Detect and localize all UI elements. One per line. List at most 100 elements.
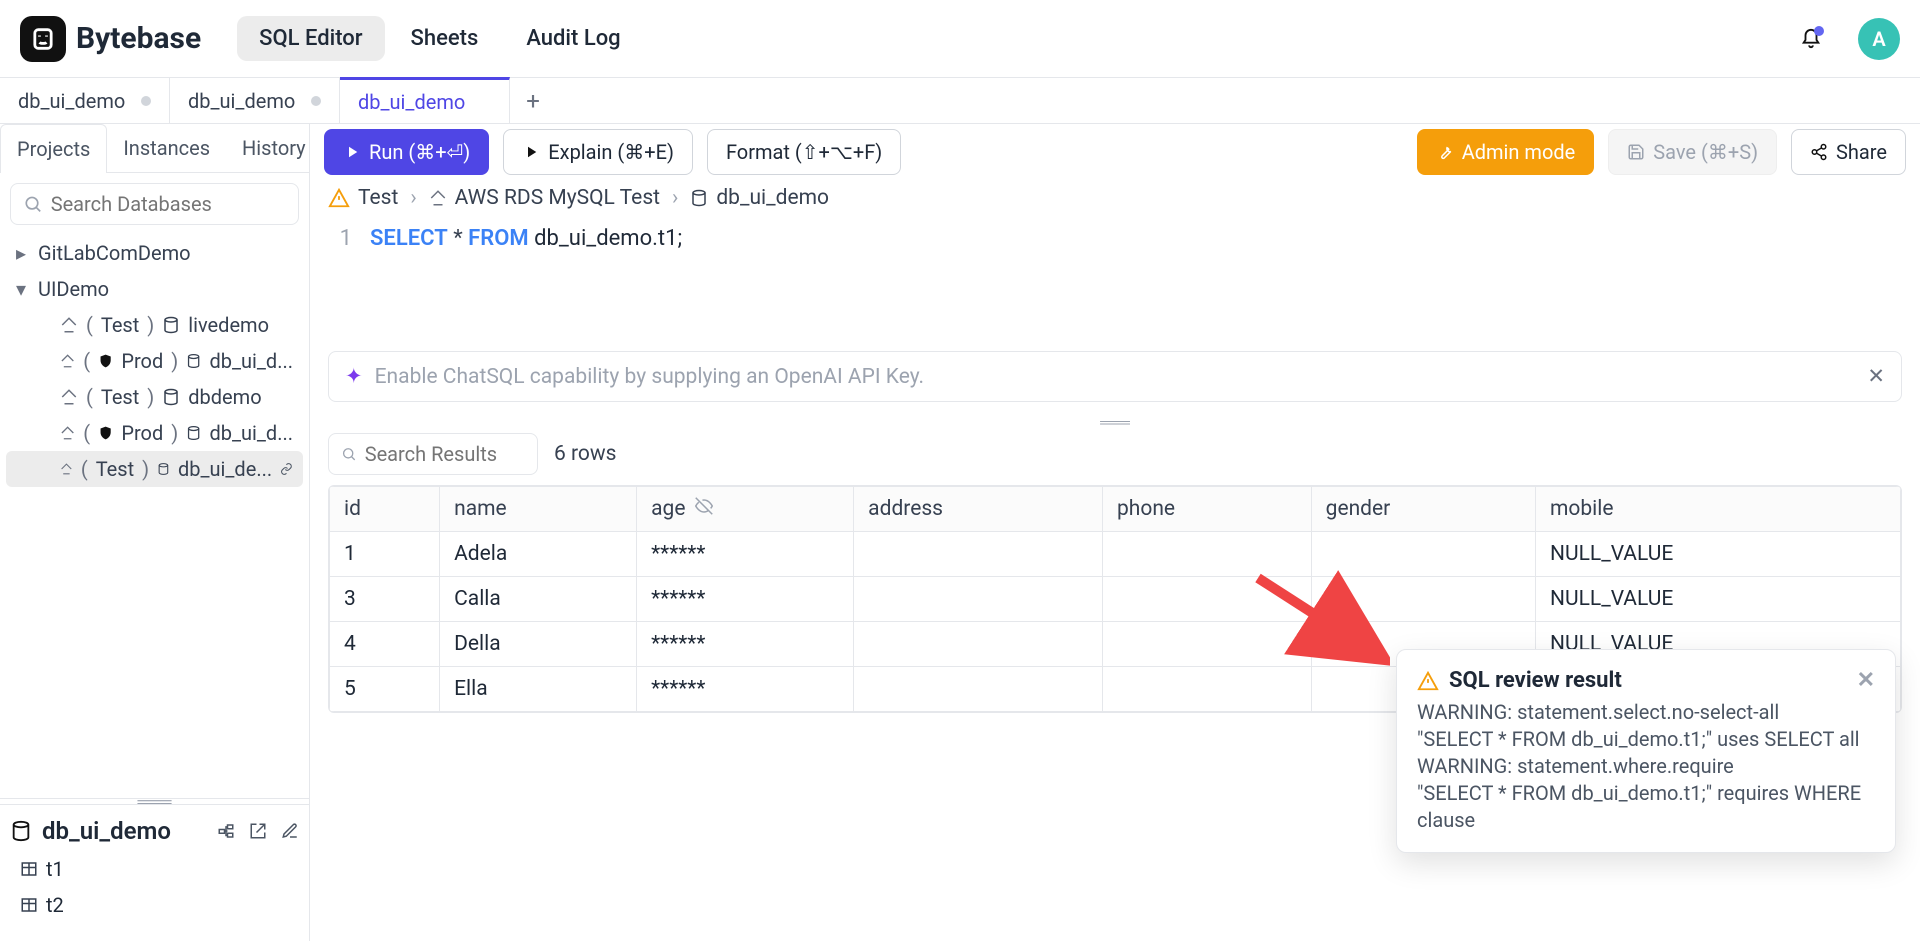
doc-tab-1[interactable]: db_ui_demo [170, 78, 340, 123]
search-databases-input[interactable] [10, 183, 299, 225]
close-banner-button[interactable]: ✕ [1867, 364, 1885, 389]
db-node-4[interactable]: (Test) db_ui_de... [6, 451, 303, 487]
row-count-label: 6 rows [554, 442, 617, 466]
search-results-field[interactable] [365, 442, 525, 466]
doc-tab-2[interactable]: db_ui_demo [340, 77, 510, 123]
db-node-2[interactable]: (Test) dbdemo [6, 379, 303, 415]
sql-editor[interactable]: 1 SELECT * FROM db_ui_demo.t1; [310, 220, 1920, 351]
play-icon [343, 143, 361, 161]
server-icon [60, 424, 75, 442]
cell-phone [1103, 532, 1312, 577]
database-icon [162, 316, 180, 334]
cell-age: ****** [637, 532, 854, 577]
add-tab-button[interactable]: + [510, 78, 556, 123]
db-label: db_ui_de... [178, 457, 272, 481]
app-header: Bytebase SQL Editor Sheets Audit Log A [0, 0, 1920, 78]
table-item-t1[interactable]: t1 [20, 851, 289, 887]
explain-button[interactable]: Explain (⌘+E) [503, 129, 693, 175]
keyword-select: SELECT [370, 226, 448, 251]
format-label: Format (⇧+⌥+F) [726, 140, 882, 164]
editor-pane: Run (⌘+⏎) Explain (⌘+E) Format (⇧+⌥+F) A… [310, 124, 1920, 941]
brand-logo[interactable]: Bytebase [20, 16, 201, 62]
cell-gender [1311, 577, 1535, 622]
unsaved-dot-icon [141, 96, 151, 106]
col-id[interactable]: id [330, 487, 440, 532]
user-avatar[interactable]: A [1858, 18, 1900, 60]
col-mobile[interactable]: mobile [1536, 487, 1901, 532]
cell-address [854, 577, 1103, 622]
wrench-icon [1436, 143, 1454, 161]
results-resize-handle[interactable]: ═══ [310, 412, 1920, 433]
env-label: Prod [121, 421, 163, 445]
server-icon [60, 460, 73, 478]
nav-audit-log[interactable]: Audit Log [504, 16, 642, 61]
project-node-uidemo[interactable]: ▾ UIDemo [6, 271, 303, 307]
env-label: Test [101, 385, 139, 409]
col-name[interactable]: name [440, 487, 637, 532]
table-name: t1 [46, 857, 64, 881]
toast-line: WARNING: statement.select.no-select-all [1417, 699, 1875, 726]
schema-diagram-icon[interactable] [217, 822, 235, 840]
db-node-0[interactable]: (Test) livedemo [6, 307, 303, 343]
main-nav: SQL Editor Sheets Audit Log [237, 16, 643, 61]
col-gender[interactable]: gender [1311, 487, 1535, 532]
db-label: livedemo [188, 313, 269, 337]
breadcrumb-env[interactable]: Test [328, 186, 398, 210]
cell-id: 4 [330, 622, 440, 667]
table-row[interactable]: 3Calla******NULL_VALUE [330, 577, 1901, 622]
db-node-3[interactable]: ( Prod) db_ui_d... [6, 415, 303, 451]
current-db-header: db_ui_demo [10, 817, 299, 845]
db-node-1[interactable]: ( Prod) db_ui_d... [6, 343, 303, 379]
notifications-button[interactable] [1800, 28, 1822, 50]
database-icon [162, 388, 180, 406]
chevron-down-icon: ▾ [16, 277, 30, 301]
env-label: Prod [121, 349, 163, 373]
nav-sheets[interactable]: Sheets [389, 16, 501, 61]
chatsql-banner-text: Enable ChatSQL capability by supplying a… [375, 365, 924, 389]
project-node-gitlab[interactable]: ▸ GitLabComDemo [6, 235, 303, 271]
server-icon [60, 352, 75, 370]
link-icon [280, 460, 293, 478]
table-item-t2[interactable]: t2 [20, 887, 289, 923]
side-tab-history[interactable]: History [226, 124, 322, 172]
cell-address [854, 622, 1103, 667]
code-rest: db_ui_demo.t1; [534, 226, 682, 251]
save-button[interactable]: Save (⌘+S) [1608, 129, 1777, 175]
sql-review-toast: SQL review result ✕ WARNING: statement.s… [1396, 649, 1896, 853]
share-button[interactable]: Share [1791, 129, 1906, 175]
run-button[interactable]: Run (⌘+⏎) [324, 129, 489, 175]
warning-icon [328, 187, 350, 209]
breadcrumb-db[interactable]: db_ui_demo [690, 186, 829, 210]
search-icon [341, 445, 357, 463]
side-tab-projects[interactable]: Projects [0, 124, 107, 173]
admin-mode-button[interactable]: Admin mode [1417, 129, 1595, 175]
col-phone[interactable]: phone [1103, 487, 1312, 532]
nav-sql-editor[interactable]: SQL Editor [237, 16, 384, 61]
breadcrumb: Test › AWS RDS MySQL Test › db_ui_demo [310, 180, 1920, 220]
cell-age: ****** [637, 577, 854, 622]
external-link-icon[interactable] [249, 822, 267, 840]
shield-icon [98, 424, 113, 442]
breadcrumb-instance[interactable]: AWS RDS MySQL Test [429, 186, 660, 210]
cell-age: ****** [637, 667, 854, 712]
doc-tab-label: db_ui_demo [188, 89, 295, 113]
cell-phone [1103, 667, 1312, 712]
editor-toolbar: Run (⌘+⏎) Explain (⌘+E) Format (⇧+⌥+F) A… [310, 124, 1920, 180]
format-button[interactable]: Format (⇧+⌥+F) [707, 129, 901, 175]
document-tabs: db_ui_demo db_ui_demo db_ui_demo + [0, 78, 1920, 124]
chatsql-banner: ✦ Enable ChatSQL capability by supplying… [328, 351, 1902, 402]
play-icon [522, 143, 540, 161]
sidebar-tabs: Projects Instances History [0, 124, 309, 173]
chevron-right-icon: › [672, 186, 678, 210]
brand-text: Bytebase [76, 21, 201, 56]
table-row[interactable]: 1Adela******NULL_VALUE [330, 532, 1901, 577]
edit-icon[interactable] [281, 822, 299, 840]
col-address[interactable]: address [854, 487, 1103, 532]
chevron-right-icon: › [410, 186, 416, 210]
side-tab-instances[interactable]: Instances [107, 124, 226, 172]
doc-tab-0[interactable]: db_ui_demo [0, 78, 170, 123]
search-results-input[interactable] [328, 433, 538, 475]
col-age[interactable]: age [637, 487, 854, 532]
search-databases-field[interactable] [51, 192, 286, 216]
toast-close-button[interactable]: ✕ [1857, 668, 1875, 693]
